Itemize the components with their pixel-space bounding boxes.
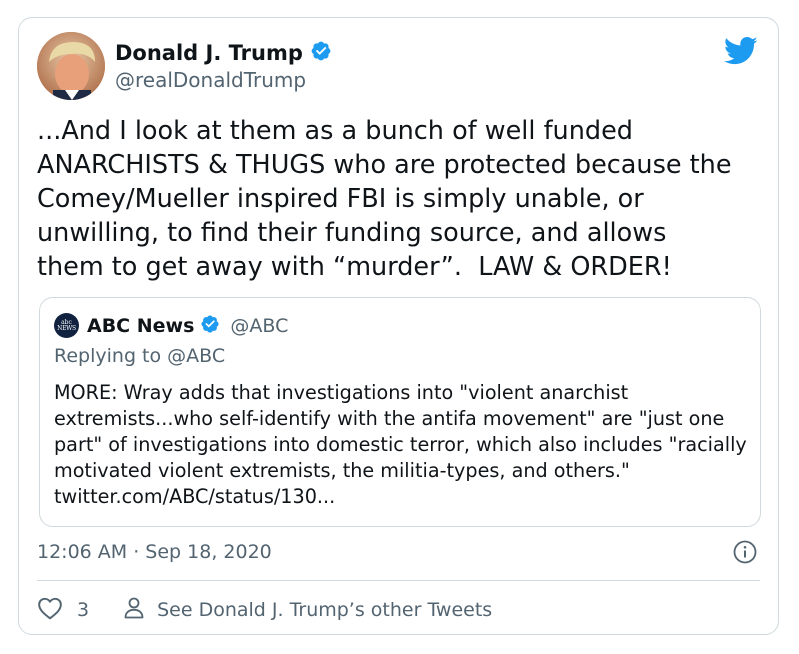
quoted-tweet-text: MORE: Wray adds that investigations into… xyxy=(54,381,747,508)
tweet-text: ...And I look at them as a bunch of well… xyxy=(37,116,732,282)
author-name[interactable]: Donald J. Trump xyxy=(115,41,303,65)
quoted-author-handle: @ABC xyxy=(230,314,289,337)
tweet-timestamp[interactable]: 12:06 AM · Sep 18, 2020 xyxy=(37,541,272,563)
see-other-tweets-label: See Donald J. Trump’s other Tweets xyxy=(157,599,493,621)
info-icon[interactable] xyxy=(732,539,758,565)
logo-text-bottom: NEWS xyxy=(57,324,76,332)
verified-badge-icon xyxy=(200,314,220,338)
see-other-tweets-link[interactable]: See Donald J. Trump’s other Tweets xyxy=(123,596,492,624)
avatar[interactable] xyxy=(37,32,105,100)
replying-to: Replying to @ABC xyxy=(54,345,226,367)
heart-icon xyxy=(37,596,63,624)
like-count: 3 xyxy=(77,599,90,621)
person-icon xyxy=(123,596,145,624)
abc-news-logo: abc NEWS xyxy=(54,313,79,338)
quoted-tweet[interactable]: abc NEWS ABC News @ABC Replying to @ABC … xyxy=(39,297,761,527)
like-button[interactable]: 3 xyxy=(37,596,89,624)
verified-badge-icon xyxy=(310,40,332,66)
author-name-line: Donald J. Trump xyxy=(115,40,332,66)
divider xyxy=(37,580,760,581)
twitter-bird-icon[interactable] xyxy=(723,36,758,66)
tweet-card: Donald J. Trump @realDonaldTrump ...And … xyxy=(18,17,779,635)
quoted-tweet-header: abc NEWS ABC News @ABC xyxy=(54,313,288,338)
quoted-author-name: ABC News xyxy=(87,314,195,337)
tweet-actions: 3 See Donald J. Trump’s other Tweets xyxy=(37,596,492,624)
author-handle[interactable]: @realDonaldTrump xyxy=(115,68,306,92)
